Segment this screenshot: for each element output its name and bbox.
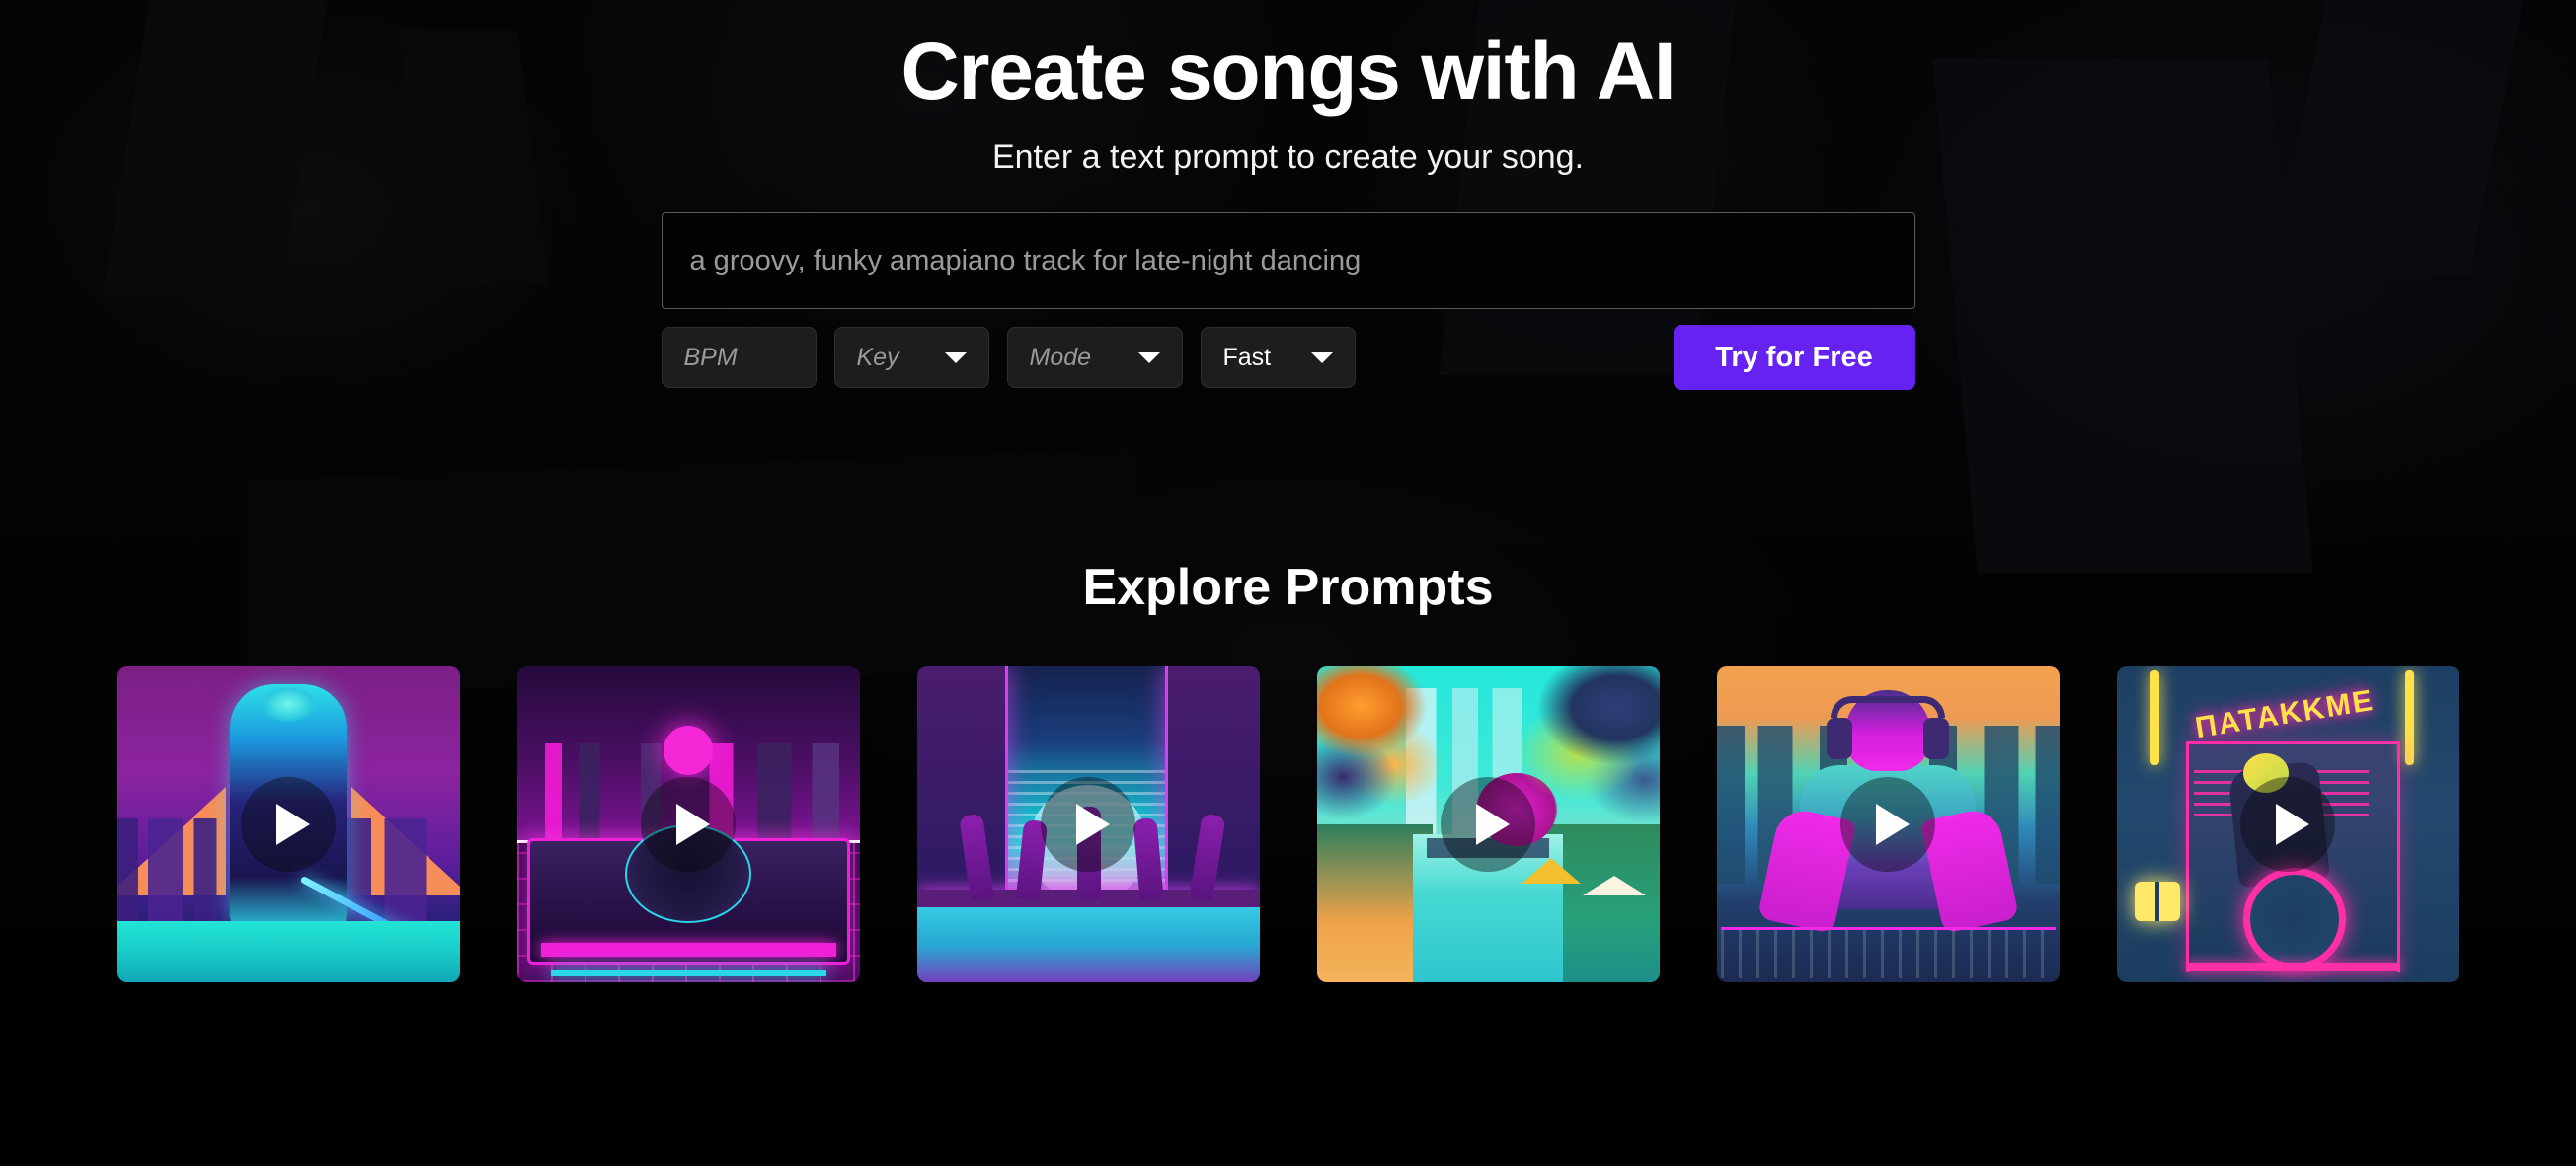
explore-card[interactable]: ΠΑΤΑΚΚΜΕ — [2116, 666, 2459, 982]
prompt-controls-row: BPM Key Mode Fast Try for Free — [661, 325, 1915, 390]
prompt-input[interactable] — [661, 212, 1915, 309]
chevron-down-icon — [944, 351, 967, 363]
explore-card[interactable] — [1316, 666, 1660, 982]
key-placeholder-label: Key — [856, 343, 899, 371]
page-root: Create songs with AI Enter a text prompt… — [0, 0, 2576, 1166]
explore-card[interactable] — [516, 666, 860, 982]
bpm-input[interactable]: BPM — [661, 327, 817, 388]
play-icon[interactable] — [2240, 777, 2335, 872]
play-icon[interactable] — [1041, 777, 1135, 872]
explore-cards-row: ΠΑΤΑΚΚΜΕ — [0, 666, 2576, 982]
play-icon[interactable] — [241, 777, 336, 872]
try-for-free-button[interactable]: Try for Free — [1673, 325, 1915, 390]
explore-card[interactable] — [916, 666, 1260, 982]
play-icon[interactable] — [1840, 777, 1935, 872]
play-icon[interactable] — [1441, 777, 1535, 872]
explore-prompts-section: Explore Prompts ΠΑΤΑΚΚΜΕ — [0, 558, 2576, 982]
explore-card[interactable] — [117, 666, 460, 982]
explore-title: Explore Prompts — [1082, 559, 1494, 616]
chevron-down-icon — [1137, 351, 1160, 363]
chevron-down-icon — [1310, 351, 1333, 363]
prompt-form: BPM Key Mode Fast Try for Free — [661, 212, 1915, 390]
page-title: Create songs with AI — [900, 27, 1677, 117]
hero-section: Create songs with AI Enter a text prompt… — [0, 32, 2576, 177]
key-select[interactable]: Key — [833, 327, 989, 388]
play-icon[interactable] — [641, 777, 736, 872]
speed-selected-value: Fast — [1222, 343, 1272, 371]
mode-placeholder-label: Mode — [1029, 343, 1092, 371]
page-subtitle: Enter a text prompt to create your song. — [991, 138, 1585, 176]
mode-select[interactable]: Mode — [1006, 327, 1183, 388]
bpm-placeholder-label: BPM — [683, 343, 738, 371]
speed-select[interactable]: Fast — [1200, 327, 1356, 388]
explore-card[interactable] — [1716, 666, 2060, 982]
